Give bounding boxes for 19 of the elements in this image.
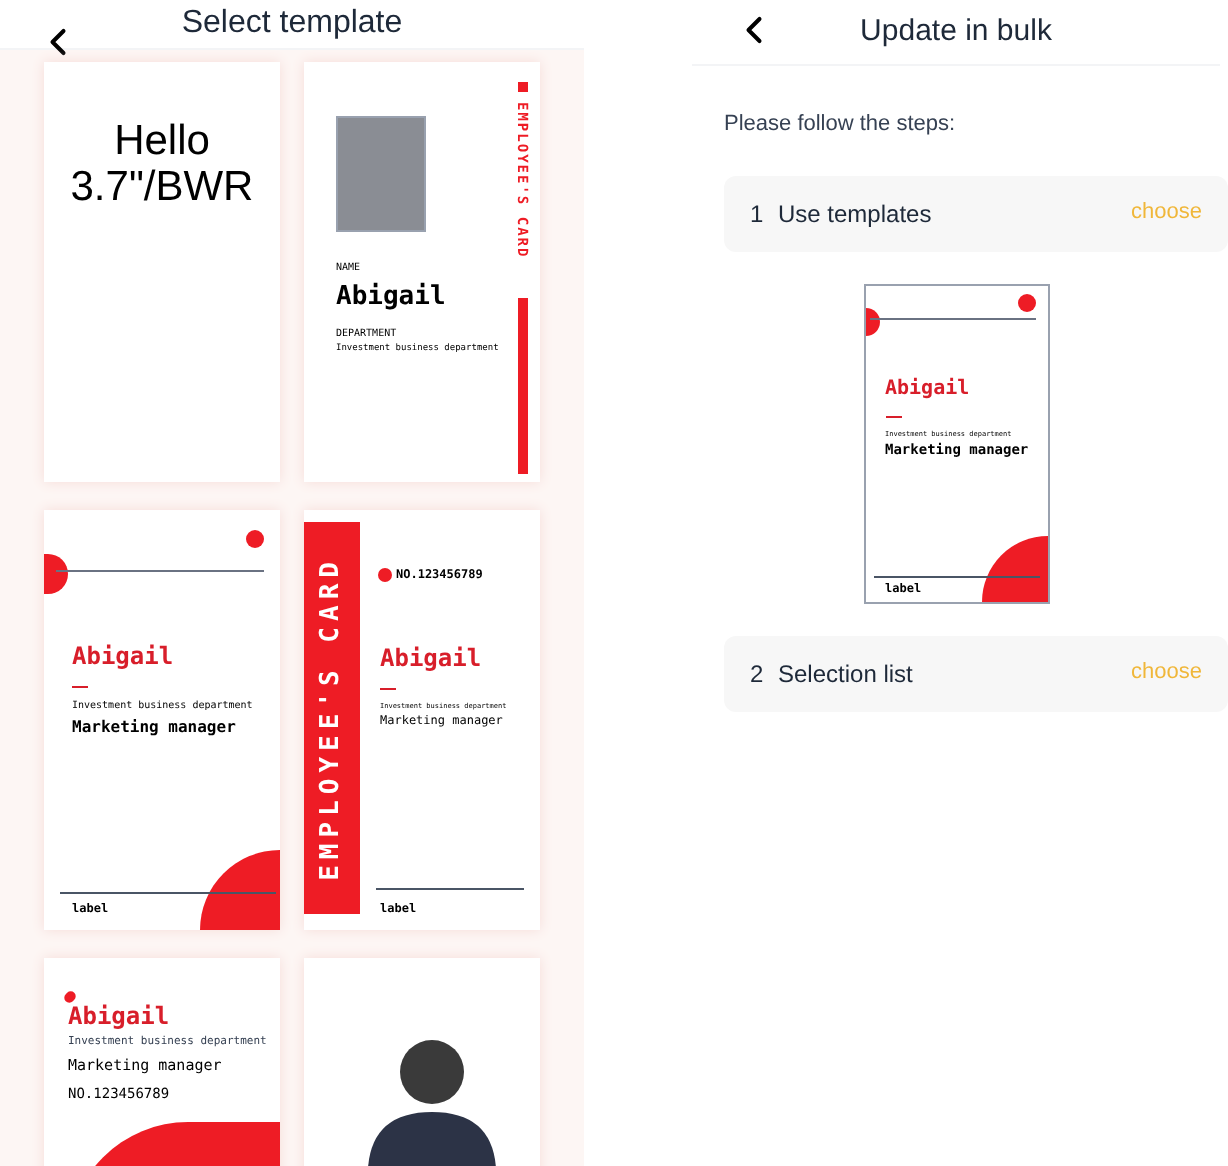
step-number: 2 [750, 657, 766, 691]
template-card[interactable]: Hello 3.7"/BWR [44, 62, 280, 482]
square-icon [518, 82, 528, 92]
template-text: 3.7"/BWR [70, 164, 254, 210]
card-name: Abigail [72, 640, 176, 674]
page-title: Select template [181, 4, 403, 44]
card-name: Abigail [336, 279, 448, 315]
photo-placeholder [336, 116, 426, 232]
card-role: Marketing manager [72, 715, 238, 739]
card-name: Abigail [380, 642, 484, 676]
page-title: Update in bulk [860, 11, 1052, 52]
banner-title: EMPLOYEE'S CARD [314, 555, 349, 881]
instruction-text: Please follow the steps: [724, 110, 958, 140]
step-label: Selection list [778, 657, 915, 691]
step-number: 1 [750, 197, 766, 231]
card-name: Abigail [68, 1000, 172, 1034]
card-name: Abigail [885, 375, 972, 403]
step-label: Use templates [778, 197, 934, 231]
template-text: Hello [114, 118, 210, 164]
